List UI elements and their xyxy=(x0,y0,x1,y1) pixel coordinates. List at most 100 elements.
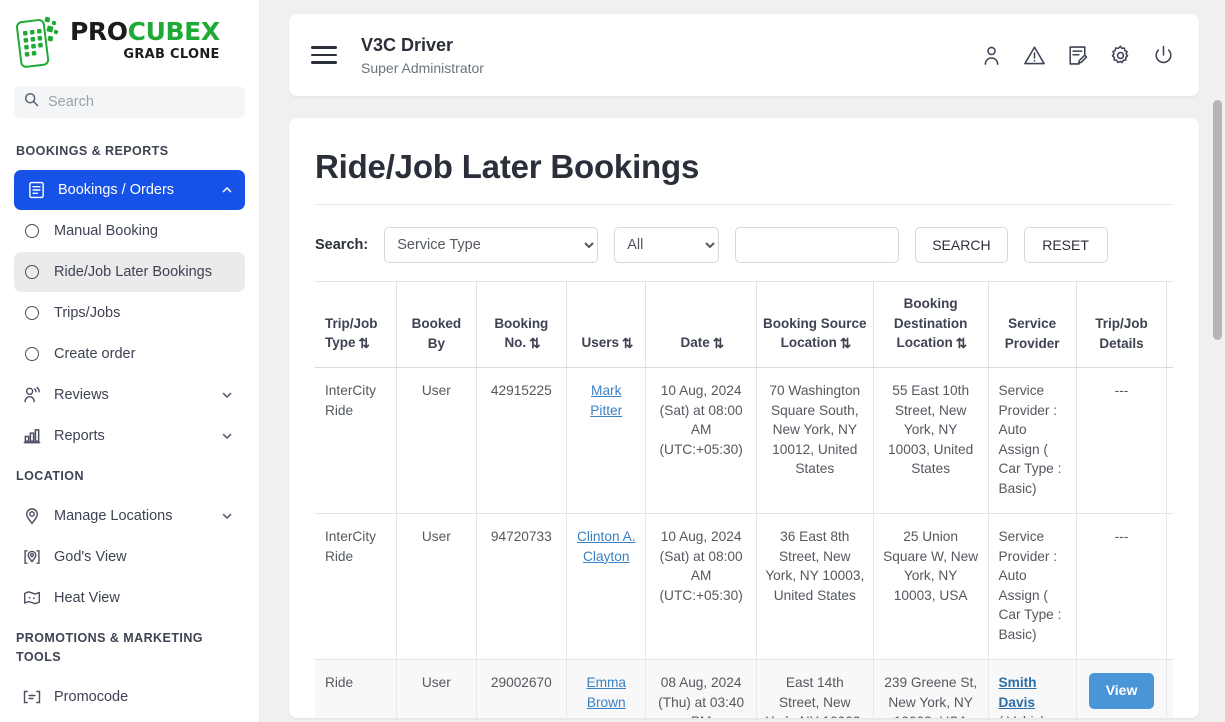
sidebar-item-reviews[interactable]: Reviews xyxy=(14,375,245,415)
radio-circle-icon xyxy=(22,344,42,364)
cell-trip-job-type: InterCity Ride xyxy=(315,513,398,661)
sidebar-item-bookings-orders[interactable]: Bookings / Orders xyxy=(14,170,245,211)
table-scroll-container[interactable]: Trip/Job Type ⇅ Booked By Booking No. ⇅ Us… xyxy=(315,281,1173,718)
sidebar-item-trips-jobs[interactable]: Trips/Jobs xyxy=(14,293,245,333)
cell-service-provider: Service Provider : Auto Assign ( Car Typ… xyxy=(988,513,1077,661)
service-provider-link[interactable]: Smith Davis xyxy=(999,675,1037,709)
search-icon xyxy=(24,92,39,112)
table-header-row: Trip/Job Type ⇅ Booked By Booking No. ⇅ Us… xyxy=(315,282,1173,369)
keyword-input[interactable] xyxy=(735,227,900,263)
column-label: Date xyxy=(680,335,710,351)
person-speaking-icon xyxy=(22,385,42,405)
cell-date: 08 Aug, 2024 (Thu) at 03:40 PM (UTC:+05:… xyxy=(645,659,757,718)
topbar-subtitle: Super Administrator xyxy=(361,59,484,76)
sidebar-item-label: Ride/Job Later Bookings xyxy=(54,264,212,281)
page-scrollbar-thumb[interactable] xyxy=(1213,100,1222,340)
sidebar-item-label: Heat View xyxy=(54,589,120,606)
topbar-title: V3C Driver xyxy=(361,34,454,55)
cell-destination-location: 239 Greene St, New York, NY 10003, USA xyxy=(873,659,989,718)
service-provider-detail: ( Vehicle Type : xyxy=(999,714,1052,718)
column-header-users[interactable]: Users ⇅ xyxy=(566,282,647,369)
column-header-service-provider: Service Provider xyxy=(988,282,1077,369)
sidebar-item-label: Manual Booking xyxy=(54,223,158,240)
cell-allotment-history: View xyxy=(1166,513,1173,661)
topbar-actions xyxy=(980,44,1175,67)
search-input[interactable] xyxy=(48,94,235,110)
sidebar-section-promotions-marketing-tools: PROMOTIONS & MARKETING TOOLS xyxy=(16,630,203,665)
menu-toggle-icon[interactable] xyxy=(311,45,337,65)
sidebar-item-manual-booking[interactable]: Manual Booking xyxy=(14,211,245,251)
power-icon[interactable] xyxy=(1152,44,1175,67)
table-header: Trip/Job Type ⇅ Booked By Booking No. ⇅ Us… xyxy=(315,282,1173,369)
service-type-select[interactable]: Service Type xyxy=(384,227,599,263)
column-label: Booked By xyxy=(411,316,462,351)
radio-circle-icon xyxy=(22,262,42,282)
note-edit-icon[interactable] xyxy=(1066,44,1089,67)
cell-trip-job-type: InterCity Ride xyxy=(315,367,398,515)
reset-button[interactable]: RESET xyxy=(1023,227,1108,263)
sidebar-item-ride-job-later-bookings[interactable]: Ride/Job Later Bookings xyxy=(14,252,245,293)
column-label: Booking Source Location xyxy=(763,315,867,351)
column-header-date[interactable]: Date ⇅ xyxy=(645,282,757,369)
user-link[interactable]: Emma Brown xyxy=(586,675,626,709)
brand-logo[interactable]: PROCUBEX GRAB CLONE xyxy=(0,0,259,78)
sidebar-item-label: Manage Locations xyxy=(54,507,173,524)
sidebar-item-label: Promocode xyxy=(54,688,129,705)
user-link[interactable]: Mark Pitter xyxy=(590,383,622,417)
sidebar-section-bookings-reports: BOOKINGS & REPORTS xyxy=(16,144,169,158)
table-row: InterCity Ride User 94720733 Clinton A. … xyxy=(315,513,1173,661)
main-content: V3C Driver Super Administrator Ride/Job … xyxy=(260,0,1225,722)
content-card: Ride/Job Later Bookings Search: Service … xyxy=(289,118,1199,718)
brand-name-part2: CUBEX xyxy=(127,17,220,46)
sidebar-item-label: God's View xyxy=(54,548,127,565)
column-header-trip-job-type[interactable]: Trip/Job Type ⇅ xyxy=(315,282,398,369)
cell-date: 10 Aug, 2024 (Sat) at 08:00 AM (UTC:+05:… xyxy=(645,367,757,515)
cell-trip-job-type: Ride xyxy=(315,659,398,718)
column-header-booking-allotment-history: Booking Allotment History xyxy=(1166,282,1173,369)
cell-allotment-history: View xyxy=(1166,659,1173,718)
view-trip-details-button[interactable]: View xyxy=(1088,673,1155,710)
sidebar-item-label: Bookings / Orders xyxy=(58,182,175,199)
sort-icon: ⇅ xyxy=(358,335,370,351)
table-row: InterCity Ride User 42915225 Mark Pitter… xyxy=(315,367,1173,515)
cell-booking-no: 29002670 xyxy=(476,659,568,718)
cell-user: Emma Brown xyxy=(566,659,647,718)
cell-user: Clinton A. Clayton xyxy=(566,513,647,661)
app-root: PROCUBEX GRAB CLONE BOOKINGS & REPORTS xyxy=(0,0,1225,722)
sidebar-section-location: LOCATION xyxy=(16,469,84,484)
chevron-down-icon xyxy=(221,510,233,522)
cell-booked-by: User xyxy=(396,513,477,661)
sidebar-item-manage-locations[interactable]: Manage Locations xyxy=(14,496,245,536)
column-header-booking-source-location[interactable]: Booking Source Location ⇅ xyxy=(756,282,874,369)
table-row: Ride User 29002670 Emma Brown 08 Aug, 20… xyxy=(315,659,1173,718)
map-pin-frame-icon xyxy=(22,547,42,567)
list-document-icon xyxy=(26,180,46,200)
cell-booking-no: 42915225 xyxy=(476,367,568,515)
bar-chart-icon xyxy=(22,426,42,446)
cell-booking-no: 94720733 xyxy=(476,513,568,661)
chevron-down-icon xyxy=(221,389,233,401)
sidebar-item-create-order[interactable]: Create order xyxy=(14,334,245,374)
column-header-booked-by: Booked By xyxy=(396,282,477,369)
gear-icon[interactable] xyxy=(1109,44,1132,67)
status-filter-select[interactable]: All xyxy=(614,227,720,263)
search-button[interactable]: SEARCH xyxy=(915,227,1008,263)
sidebar-item-label: Trips/Jobs xyxy=(54,305,121,322)
sidebar-item-promocode[interactable]: Promocode xyxy=(14,677,245,717)
column-header-booking-no[interactable]: Booking No. ⇅ xyxy=(476,282,568,369)
sidebar-item-reports[interactable]: Reports xyxy=(14,416,245,456)
cell-booked-by: User xyxy=(396,367,477,515)
page-title: Ride/Job Later Bookings xyxy=(315,148,700,185)
user-link[interactable]: Clinton A. Clayton xyxy=(577,529,636,563)
sidebar-item-gods-view[interactable]: God's View xyxy=(14,537,245,577)
cell-allotment-history: View xyxy=(1166,367,1173,515)
map-pin-icon xyxy=(22,506,42,526)
column-header-booking-destination-location[interactable]: Booking Destination Location ⇅ xyxy=(873,282,989,369)
sidebar-item-heat-view[interactable]: Heat View xyxy=(14,578,245,618)
sidebar-search[interactable] xyxy=(14,86,245,118)
cell-trip-details: --- xyxy=(1076,513,1168,661)
cell-source-location: East 14th Street, New York, NY 10003, Un… xyxy=(756,659,874,718)
topbar: V3C Driver Super Administrator xyxy=(289,14,1199,96)
user-icon[interactable] xyxy=(980,44,1003,67)
warning-triangle-icon[interactable] xyxy=(1023,44,1046,67)
